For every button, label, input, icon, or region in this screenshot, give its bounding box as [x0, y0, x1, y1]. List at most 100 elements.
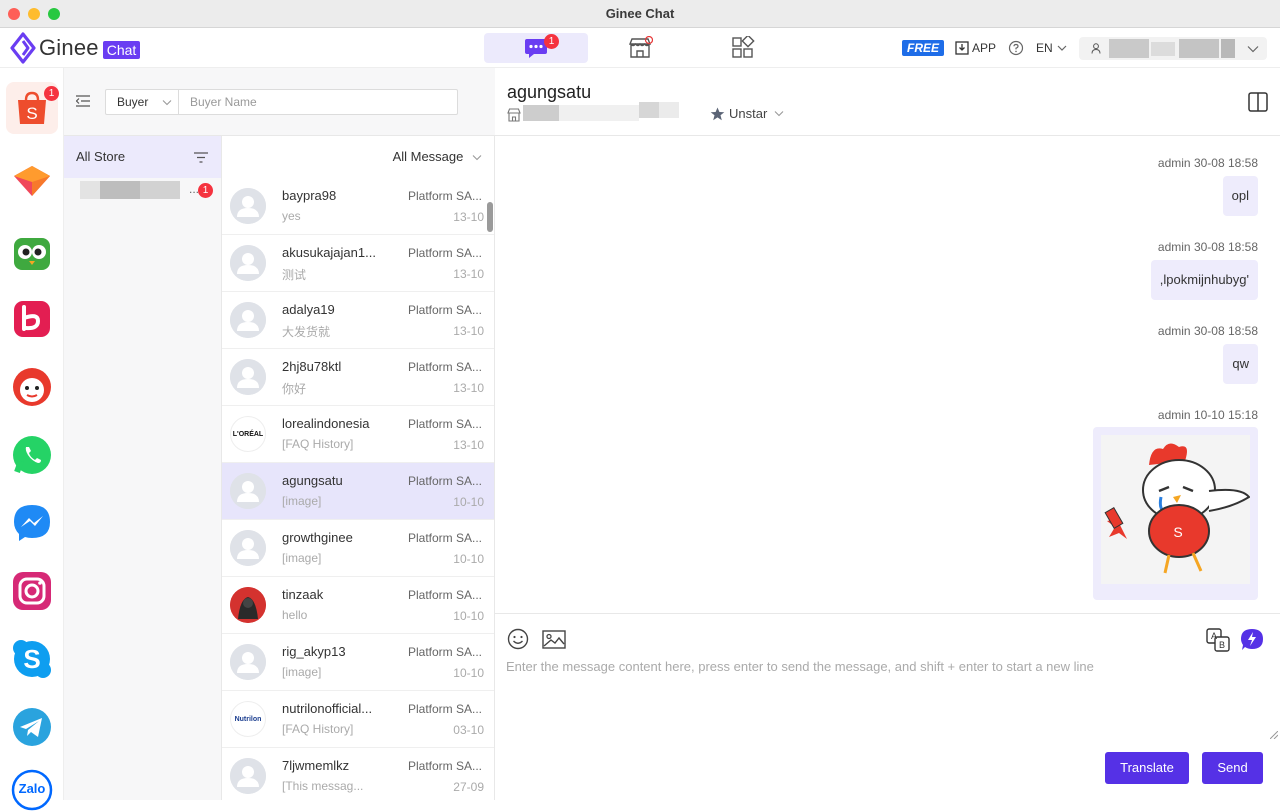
conversation-item[interactable]: 7ljwmemlkz [This messag... Platform SA... 2… [222, 748, 494, 800]
message-bubble[interactable]: qw [1223, 344, 1258, 384]
toggle-panel-icon[interactable] [1248, 92, 1268, 112]
channel-tokopedia[interactable] [10, 230, 54, 274]
minimize-window-button[interactable] [28, 8, 40, 20]
contact-info-redacted [523, 105, 559, 121]
zoom-window-button[interactable] [48, 8, 60, 20]
conversation-item[interactable]: Nutrilon nutrilonofficial... [FAQ History]… [222, 691, 494, 748]
messenger-icon [14, 505, 50, 541]
image-message[interactable]: S [1093, 427, 1258, 600]
conversation-platform: Platform SA... [407, 360, 482, 374]
channel-lazada[interactable] [10, 158, 54, 202]
channel-whatsapp[interactable] [10, 433, 54, 477]
apps-grid-icon [732, 36, 755, 58]
message-composer: A B Enter the message content here, pres… [495, 613, 1280, 800]
channel-zalo[interactable]: Zalo [10, 768, 54, 812]
zalo-label: Zalo [18, 781, 46, 796]
resize-handle-icon[interactable] [1270, 731, 1278, 739]
chat-tab[interactable]: 1 [484, 33, 588, 63]
conversation-date: 13-10 [453, 210, 484, 224]
conversation-platform: Platform SA... [407, 246, 482, 260]
default-avatar-icon [230, 188, 266, 224]
default-avatar-icon [230, 302, 266, 338]
message-bubble[interactable]: opl [1222, 176, 1258, 216]
sticker-image[interactable]: S [1101, 435, 1251, 584]
chevron-down-icon [1057, 45, 1067, 51]
contact-info-redacted [559, 105, 639, 121]
chevron-down-icon [1247, 46, 1259, 53]
svg-text:A: A [1211, 631, 1217, 641]
star-toggle[interactable]: Unstar [710, 106, 784, 121]
avatar [230, 245, 266, 281]
conversation-item[interactable]: tinzaak hello Platform SA... 10-10 [222, 577, 494, 634]
buyer-name-input[interactable] [178, 89, 458, 115]
conversation-item[interactable]: akusukajajan1... 测试 Platform SA... 13-10 [222, 235, 494, 292]
conversation-item[interactable]: agungsatu [image] Platform SA... 10-10 [222, 463, 494, 520]
avatar [230, 302, 266, 338]
conversation-date: 13-10 [453, 438, 484, 452]
emoji-icon[interactable] [507, 628, 529, 650]
conversation-platform: Platform SA... [407, 645, 482, 659]
conversation-preview: [image] [282, 665, 322, 679]
store-tab[interactable] [588, 33, 692, 63]
message-filter-select[interactable]: All Message [222, 136, 494, 178]
conversation-scrollbar[interactable] [487, 202, 493, 232]
default-avatar-icon [230, 359, 266, 395]
channel-sidebar: S 1 S Zalo [0, 68, 64, 811]
svg-text:S: S [1173, 524, 1182, 540]
quick-reply-icon[interactable] [1240, 628, 1264, 652]
help-button[interactable] [1008, 38, 1024, 58]
chevron-down-icon [774, 111, 784, 117]
window-title: Ginee Chat [605, 6, 675, 21]
image-upload-icon[interactable] [542, 630, 566, 650]
channel-bukalapak[interactable] [10, 297, 54, 341]
translate-icon[interactable]: A B [1206, 628, 1230, 652]
avatar [230, 530, 266, 566]
brand-logo: Ginee Chat [10, 32, 141, 64]
whatsapp-icon [13, 436, 51, 474]
username-redacted [1109, 39, 1149, 58]
download-app-link[interactable]: APP [955, 38, 996, 58]
filter-icon[interactable] [194, 152, 208, 163]
message-input[interactable]: Enter the message content here, press en… [506, 659, 1206, 674]
collapse-menu-icon[interactable] [76, 95, 90, 107]
store-name-redacted [100, 181, 140, 199]
apps-tab[interactable] [691, 33, 795, 63]
conversation-item[interactable]: adalya19 大发货就 Platform SA... 13-10 [222, 292, 494, 349]
all-store-item[interactable]: All Store [64, 136, 221, 178]
channel-shopee[interactable]: S 1 [6, 82, 59, 134]
channel-messenger[interactable] [10, 501, 54, 545]
language-label: EN [1036, 41, 1053, 55]
search-type-select[interactable]: Buyer [105, 89, 179, 115]
conversation-item[interactable]: baypra98 yes Platform SA... 13-10 [222, 178, 494, 235]
contact-info-redacted [659, 102, 679, 118]
free-plan-badge[interactable]: FREE [902, 40, 944, 56]
conversation-item[interactable]: growthginee [image] Platform SA... 10-10 [222, 520, 494, 577]
translate-button[interactable]: Translate [1105, 752, 1189, 784]
message-meta: admin 30-08 18:58 [1157, 324, 1258, 338]
conversation-item[interactable]: 2hj8u78ktl 你好 Platform SA... 13-10 [222, 349, 494, 406]
conversation-platform: Platform SA... [407, 474, 482, 488]
contact-name: agungsatu [507, 82, 592, 102]
photo-avatar-icon [230, 587, 266, 623]
store-panel: All Store ... 1 [64, 68, 222, 800]
user-menu[interactable] [1079, 37, 1267, 60]
message-filter-label: All Message [392, 149, 464, 164]
channel-telegram[interactable] [10, 705, 54, 749]
conversation-preview: hello [282, 608, 308, 622]
conversation-item[interactable]: L'ORÉAL lorealindonesia [FAQ History] Platf… [222, 406, 494, 463]
username-redacted [1179, 39, 1219, 58]
send-button[interactable]: Send [1202, 752, 1263, 784]
language-selector[interactable]: EN [1036, 38, 1067, 58]
download-icon [955, 41, 969, 55]
search-bar: Buyer [64, 68, 495, 136]
conversation-item[interactable]: rig_akyp13 [image] Platform SA... 10-10 [222, 634, 494, 691]
conversation-date: 13-10 [453, 267, 484, 281]
channel-bot[interactable] [10, 365, 54, 409]
channel-skype[interactable]: S [10, 637, 54, 681]
message-bubble[interactable]: ,lpokmijnhubyg' [1150, 260, 1258, 300]
store-item[interactable]: ... 1 [64, 178, 221, 204]
bukalapak-icon [14, 301, 50, 337]
channel-instagram[interactable] [10, 569, 54, 613]
search-type-label: Buyer [117, 95, 149, 109]
close-window-button[interactable] [8, 8, 20, 20]
